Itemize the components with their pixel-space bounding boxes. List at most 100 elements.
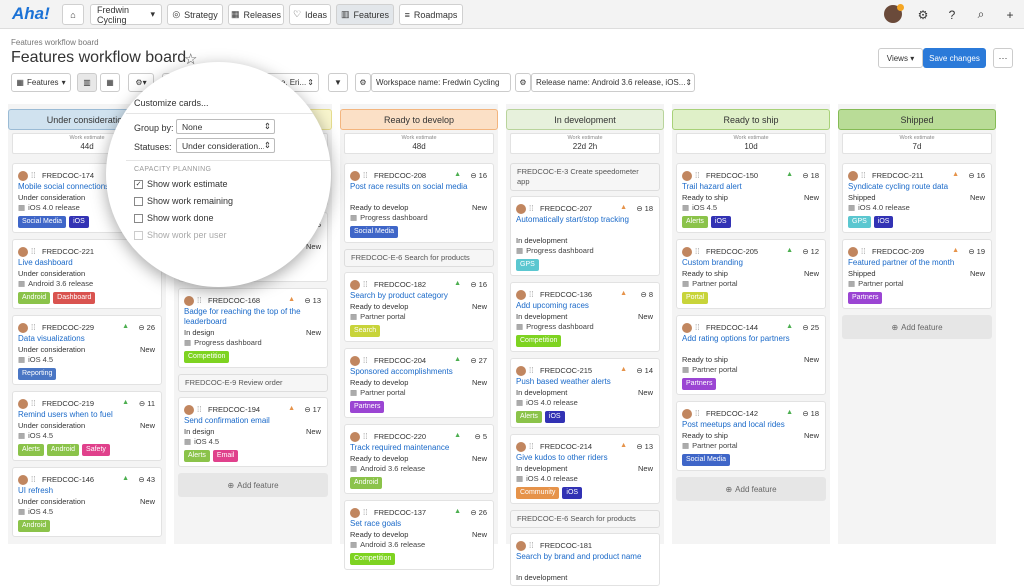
- assignee-avatar[interactable]: [184, 296, 194, 306]
- feature-card[interactable]: ⁞⁞ FREDCOC-136 ⊖ 8 ▲ Add upcoming races In dev…: [510, 282, 660, 352]
- feature-id[interactable]: FREDCOC-220: [374, 432, 426, 442]
- feature-id[interactable]: FREDCOC-208: [374, 171, 426, 181]
- feature-card[interactable]: ⁞⁞ FREDCOC-142 ⊖ 18 ▲ Post meetups and local …: [676, 401, 826, 471]
- assignee-avatar[interactable]: [516, 442, 526, 452]
- feature-title[interactable]: Give kudos to other riders: [516, 453, 653, 463]
- feature-title[interactable]: UI refresh: [18, 486, 155, 496]
- tag-badge[interactable]: Competition: [184, 351, 230, 363]
- tag-badge[interactable]: Partners: [848, 292, 883, 304]
- feature-title[interactable]: Send confirmation email: [184, 416, 321, 426]
- feature-card[interactable]: ⁞⁞ FREDCOC-215 ⊖ 14 ▲ Push based weather aler…: [510, 358, 660, 428]
- assignee-avatar[interactable]: [682, 247, 692, 257]
- assignee-avatar[interactable]: [682, 171, 692, 181]
- tag-badge[interactable]: GPS: [848, 216, 871, 228]
- more-options-button[interactable]: ···: [993, 48, 1013, 68]
- assignee-avatar[interactable]: [682, 323, 692, 333]
- tag-badge[interactable]: Alerts: [516, 411, 542, 423]
- settings-gear-icon[interactable]: ⚙: [912, 4, 934, 25]
- drag-handle-icon[interactable]: ⁞⁞: [363, 356, 367, 366]
- tag-badge[interactable]: Dashboard: [53, 292, 96, 304]
- add-feature-button[interactable]: ⊕ Add feature: [676, 477, 826, 501]
- column-header[interactable]: In development: [506, 109, 664, 130]
- drag-handle-icon[interactable]: ⁞⁞: [861, 247, 865, 257]
- assignee-avatar[interactable]: [350, 356, 360, 366]
- tag-badge[interactable]: Social Media: [350, 226, 399, 238]
- feature-id[interactable]: FREDCOC-136: [540, 290, 592, 300]
- drag-handle-icon[interactable]: ⁞⁞: [695, 323, 699, 333]
- assignee-avatar[interactable]: [516, 290, 526, 300]
- tag-badge[interactable]: iOS: [710, 216, 731, 228]
- tag-badge[interactable]: Reporting: [18, 368, 57, 380]
- tag-badge[interactable]: Competition: [516, 335, 562, 347]
- feature-card[interactable]: ⁞⁞ FREDCOC-214 ⊖ 13 ▲ Give kudos to other rid…: [510, 434, 660, 504]
- feature-card[interactable]: ⁞⁞ FREDCOC-220 ⊖ 5 ▲ Track required maintenan…: [344, 424, 494, 494]
- feature-title[interactable]: Featured partner of the month: [848, 258, 985, 268]
- tag-badge[interactable]: Alerts: [184, 450, 210, 462]
- feature-card[interactable]: ⁞⁞ FREDCOC-207 ⊖ 18 ▲ Automatically start/sto…: [510, 196, 660, 276]
- assignee-avatar[interactable]: [682, 409, 692, 419]
- epic-header[interactable]: FREDCOC-E-9 Review order: [178, 374, 328, 392]
- drag-handle-icon[interactable]: ⁞⁞: [363, 280, 367, 290]
- feature-card[interactable]: ⁞⁞ FREDCOC-182 ⊖ 16 ▲ Search by product categ…: [344, 272, 494, 342]
- feature-id[interactable]: FREDCOC-168: [208, 296, 260, 306]
- feature-card[interactable]: ⁞⁞ FREDCOC-209 ⊖ 19 ▲ Featured partner of the…: [842, 239, 992, 309]
- assignee-avatar[interactable]: [350, 508, 360, 518]
- feature-title[interactable]: Set race goals: [350, 519, 487, 529]
- feature-title[interactable]: Post race results on social media: [350, 182, 487, 192]
- option-show-work-estimate[interactable]: ✓ Show work estimate: [134, 179, 228, 189]
- feature-id[interactable]: FREDCOC-205: [706, 247, 758, 257]
- assignee-avatar[interactable]: [184, 405, 194, 415]
- checkbox-icon[interactable]: [134, 196, 143, 206]
- feature-card[interactable]: ⁞⁞ FREDCOC-229 ⊖ 26 ▲ Data visualizations Unde…: [12, 315, 162, 385]
- tag-badge[interactable]: GPS: [516, 259, 539, 271]
- assignee-avatar[interactable]: [516, 366, 526, 376]
- customize-cards-link[interactable]: Customize cards...: [134, 98, 209, 108]
- feature-card[interactable]: ⁞⁞ FREDCOC-150 ⊖ 18 ▲ Trail hazard alert Ready…: [676, 163, 826, 233]
- option-show-work-done[interactable]: Show work done: [134, 213, 214, 223]
- help-icon[interactable]: ?: [941, 4, 963, 25]
- feature-title[interactable]: Sponsored accomplishments: [350, 367, 487, 377]
- drag-handle-icon[interactable]: ⁞⁞: [695, 247, 699, 257]
- feature-id[interactable]: FREDCOC-215: [540, 366, 592, 376]
- tag-badge[interactable]: iOS: [562, 487, 583, 499]
- drag-handle-icon[interactable]: ⁞⁞: [363, 432, 367, 442]
- release-filter[interactable]: Release name: Android 3.6 release, iOS..…: [531, 73, 695, 92]
- tag-badge[interactable]: Android: [46, 444, 80, 456]
- feature-id[interactable]: FREDCOC-144: [706, 323, 758, 333]
- tag-badge[interactable]: iOS: [544, 411, 565, 423]
- drag-handle-icon[interactable]: ⁞⁞: [861, 171, 865, 181]
- feature-title[interactable]: Badge for reaching the top of the leader…: [184, 307, 321, 327]
- checkbox-icon[interactable]: [134, 230, 143, 240]
- feature-title[interactable]: Trail hazard alert: [682, 182, 819, 192]
- feature-id[interactable]: FREDCOC-174: [42, 171, 94, 181]
- assignee-avatar[interactable]: [18, 323, 28, 333]
- drag-handle-icon[interactable]: ⁞⁞: [529, 442, 533, 452]
- feature-title[interactable]: Remind users when to fuel: [18, 410, 155, 420]
- feature-card[interactable]: ⁞⁞ FREDCOC-168 ⊖ 13 ▲ Badge for reaching the …: [178, 288, 328, 368]
- feature-id[interactable]: FREDCOC-209: [872, 247, 924, 257]
- feature-title[interactable]: Add rating options for partners: [682, 334, 819, 344]
- tag-badge[interactable]: iOS: [873, 216, 894, 228]
- drag-handle-icon[interactable]: ⁞⁞: [529, 366, 533, 376]
- workspace-filter[interactable]: Workspace name: Fredwin Cycling: [371, 73, 511, 92]
- feature-id[interactable]: FREDCOC-181: [540, 541, 592, 551]
- save-changes-button[interactable]: Save changes: [923, 48, 986, 68]
- feature-card[interactable]: ⁞⁞ FREDCOC-144 ⊖ 25 ▲ Add rating options for …: [676, 315, 826, 395]
- filter-funnel-icon[interactable]: ▼: [328, 73, 348, 92]
- feature-id[interactable]: FREDCOC-214: [540, 442, 592, 452]
- product-select[interactable]: Fredwin Cycling ▾: [90, 4, 162, 25]
- tag-badge[interactable]: Social Media: [682, 454, 731, 466]
- epic-header[interactable]: FREDCOC-E-6 Search for products: [510, 510, 660, 528]
- feature-title[interactable]: Search by brand and product name: [516, 552, 653, 562]
- epic-header[interactable]: FREDCOC-E-6 Search for products: [344, 249, 494, 267]
- views-dropdown[interactable]: Views ▾: [878, 48, 923, 68]
- feature-title[interactable]: Add upcoming races: [516, 301, 653, 311]
- assignee-avatar[interactable]: [350, 280, 360, 290]
- drag-handle-icon[interactable]: ⁞⁞: [363, 508, 367, 518]
- feature-title[interactable]: Automatically start/stop tracking: [516, 215, 653, 225]
- assignee-avatar[interactable]: [350, 432, 360, 442]
- tag-badge[interactable]: Competition: [350, 553, 396, 565]
- feature-title[interactable]: Custom branding: [682, 258, 819, 268]
- nav-ideas[interactable]: ♡ Ideas: [289, 4, 331, 25]
- feature-card[interactable]: ⁞⁞ FREDCOC-181 Search by brand and product…: [510, 533, 660, 586]
